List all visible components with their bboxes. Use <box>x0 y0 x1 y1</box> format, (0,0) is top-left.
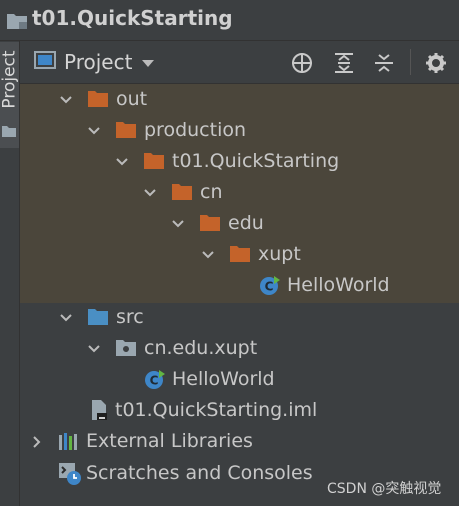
excluded-folder-icon <box>87 90 109 112</box>
excluded-folder-icon <box>229 245 251 267</box>
tree-label: External Libraries <box>86 430 253 452</box>
tree-label: xupt <box>258 243 301 265</box>
tree-row-t01-quickstarting[interactable]: t01.QuickStarting <box>20 146 459 177</box>
toolbar-separator <box>410 49 411 75</box>
tree-row-helloworld-class-src[interactable]: C HelloWorld <box>20 364 459 395</box>
tree-row-out[interactable]: out <box>20 84 459 115</box>
chevron-right-icon[interactable] <box>30 434 44 448</box>
view-selector-label: Project <box>64 50 133 74</box>
chevron-down-icon[interactable] <box>87 123 101 137</box>
tree-label: t01.QuickStarting.iml <box>115 399 318 421</box>
svg-text:C: C <box>265 280 274 294</box>
locate-icon[interactable] <box>290 51 314 75</box>
tree-row-cn[interactable]: cn <box>20 177 459 208</box>
excluded-folder-icon <box>115 121 137 143</box>
expand-all-icon[interactable] <box>332 51 356 75</box>
tree-row-iml-file[interactable]: t01.QuickStarting.iml <box>20 395 459 426</box>
excluded-folder-icon <box>199 214 221 236</box>
chevron-down-icon[interactable] <box>201 247 215 261</box>
tree-label: production <box>144 119 247 141</box>
tree-row-edu[interactable]: edu <box>20 208 459 239</box>
chevron-down-icon[interactable] <box>115 154 129 168</box>
tree-row-helloworld-class-out[interactable]: C HelloWorld <box>20 270 459 301</box>
libraries-icon <box>58 431 80 455</box>
tree-label: Scratches and Consoles <box>86 462 313 484</box>
package-icon <box>115 339 137 361</box>
chevron-down-icon[interactable] <box>171 216 185 230</box>
svg-text:C: C <box>150 374 159 388</box>
tree-label: HelloWorld <box>172 368 275 390</box>
tree-label: src <box>116 306 144 328</box>
project-tree: out production t01.QuickStarting cn edu … <box>20 84 459 506</box>
chevron-down-icon[interactable] <box>87 341 101 355</box>
tree-row-external-libraries[interactable]: External Libraries <box>20 426 459 457</box>
excluded-folder-icon <box>171 183 193 205</box>
tree-label: out <box>116 88 148 110</box>
source-folder-icon <box>87 308 109 330</box>
view-selector[interactable]: Project <box>34 49 155 75</box>
collapse-all-icon[interactable] <box>372 51 396 75</box>
java-class-icon: C <box>259 275 281 301</box>
watermark: CSDN @突触视觉 <box>327 481 442 497</box>
tree-label: HelloWorld <box>287 274 390 296</box>
side-tab-folder-icon <box>2 122 16 141</box>
chevron-down-icon <box>142 53 155 72</box>
scratches-icon <box>58 462 82 490</box>
tree-row-xupt[interactable]: xupt <box>20 239 459 270</box>
project-view-icon <box>34 51 56 73</box>
project-side-tab-label: Project <box>0 50 20 109</box>
tree-row-package[interactable]: cn.edu.xupt <box>20 333 459 364</box>
java-class-icon: C <box>144 369 166 395</box>
tree-label: cn.edu.xupt <box>144 337 258 359</box>
project-toolbar: Project <box>20 41 459 84</box>
tree-label: edu <box>228 212 264 234</box>
chevron-down-icon[interactable] <box>143 185 157 199</box>
tree-row-src[interactable]: src <box>20 302 459 333</box>
title-bar: t01.QuickStarting <box>0 0 459 41</box>
excluded-folder-icon <box>143 152 165 174</box>
tree-row-production[interactable]: production <box>20 115 459 146</box>
settings-icon[interactable] <box>424 51 448 75</box>
tree-label: cn <box>200 181 223 203</box>
chevron-down-icon[interactable] <box>59 92 73 106</box>
iml-file-icon <box>90 399 108 425</box>
tree-label: t01.QuickStarting <box>172 150 340 172</box>
chevron-down-icon[interactable] <box>59 310 73 324</box>
window-title: t01.QuickStarting <box>32 6 233 30</box>
